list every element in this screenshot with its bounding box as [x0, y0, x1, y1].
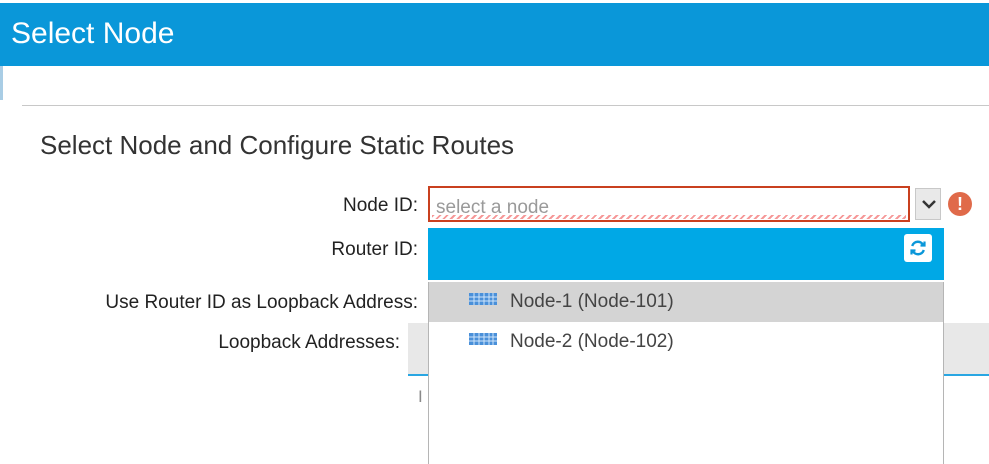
refresh-button[interactable]	[904, 234, 932, 262]
node-dropdown-list[interactable]: Node-1 (Node-101) Node-2 (Node-102)	[428, 282, 944, 464]
dropdown-item-node-2[interactable]: Node-2 (Node-102)	[429, 322, 943, 362]
dropdown-item-node-1[interactable]: Node-1 (Node-101)	[429, 282, 943, 322]
validation-underline	[432, 215, 906, 219]
node-icon	[469, 333, 497, 345]
section-heading: Select Node and Configure Static Routes	[40, 130, 515, 160]
divider	[22, 105, 989, 106]
dropdown-item-label: Node-1 (Node-101)	[510, 291, 674, 312]
window-title: Select Node	[11, 17, 175, 50]
dropdown-item-label: Node-2 (Node-102)	[510, 331, 674, 352]
node-icon	[469, 293, 497, 305]
router-id-field[interactable]	[428, 228, 944, 280]
loopback-table-text: I	[418, 387, 423, 406]
use-router-id-label: Use Router ID as Loopback Address:	[105, 292, 418, 313]
router-id-label: Router ID:	[331, 239, 418, 260]
loopback-addresses-label: Loopback Addresses:	[218, 332, 400, 353]
node-id-input[interactable]: select a node	[428, 186, 910, 222]
node-dropdown-button[interactable]	[915, 188, 941, 220]
refresh-icon	[910, 240, 926, 256]
error-icon: !	[948, 192, 972, 216]
left-edge-accent	[0, 66, 3, 100]
title-bar: Select Node	[0, 3, 989, 66]
node-id-label: Node ID:	[343, 195, 418, 216]
chevron-down-icon	[922, 200, 936, 209]
